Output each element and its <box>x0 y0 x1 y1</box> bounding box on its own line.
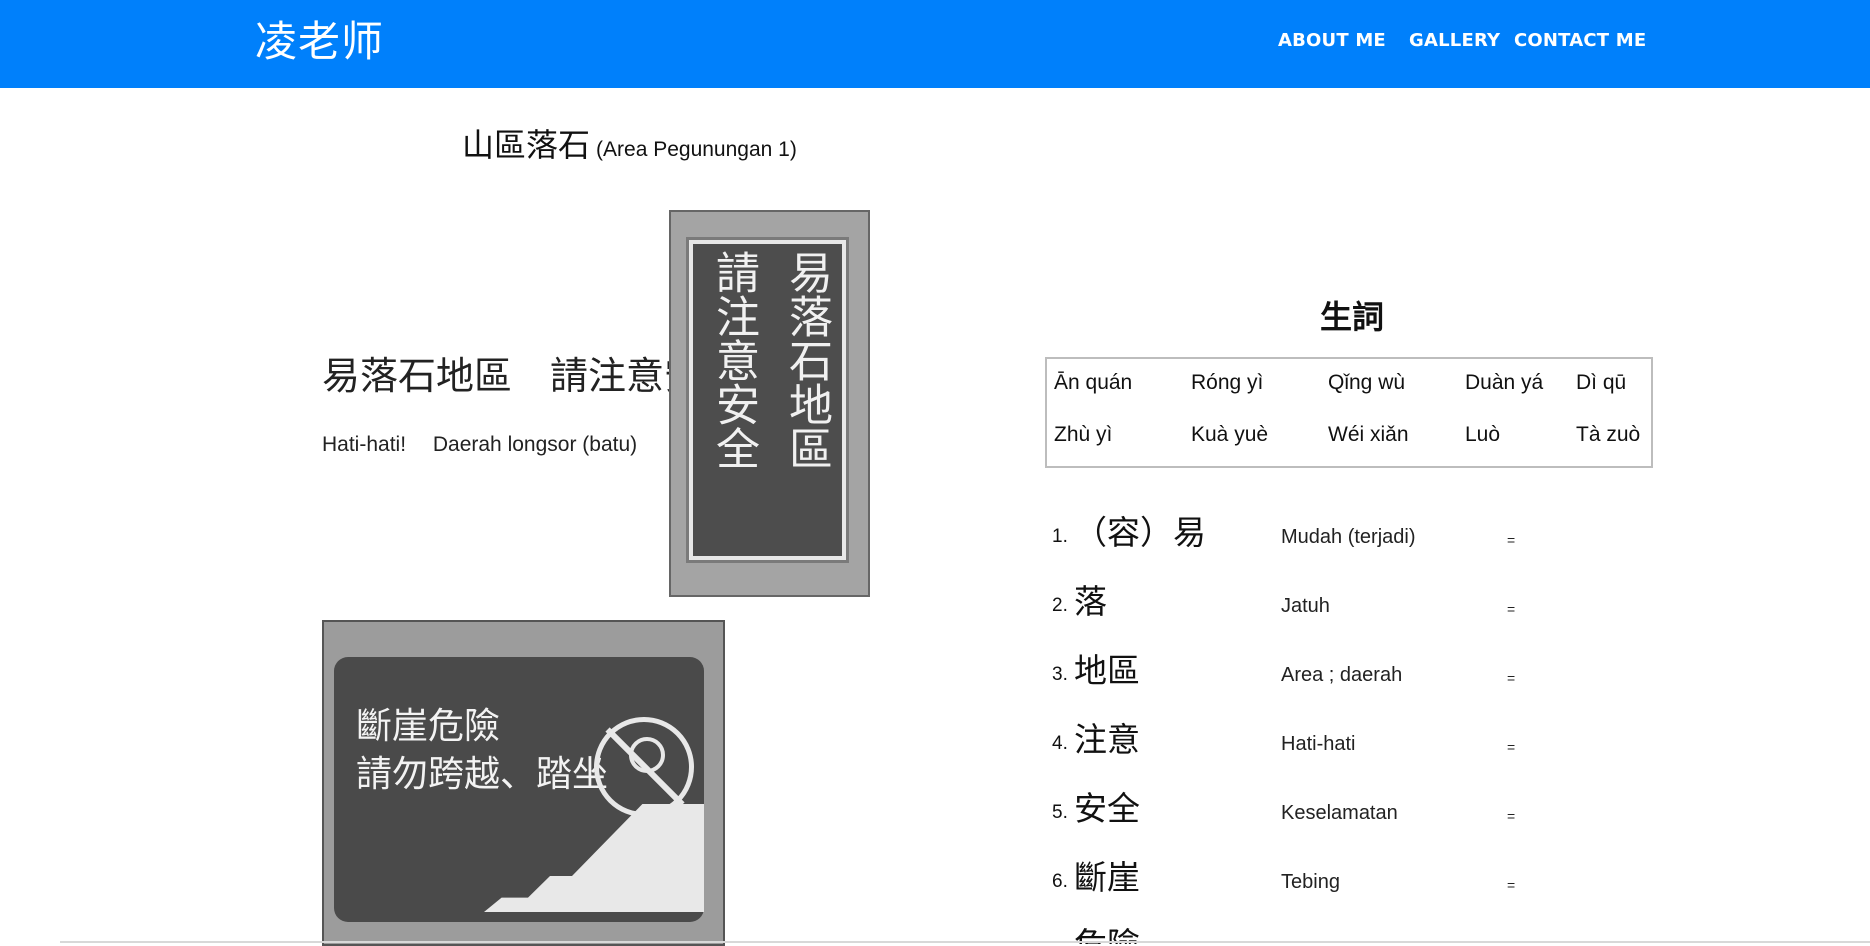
vocab-hanzi: （容）易 <box>1074 513 1206 552</box>
vocab-row: 5. 安全 Keselamatan = <box>1052 780 1592 830</box>
cliff-sign-photo: 斷崖危險 請勿跨越、踏坐 <box>322 620 725 946</box>
vertical-sign-column-left: 請注意安全 <box>708 250 759 470</box>
top-navbar: 凌老师 ABOUT ME GALLERY CONTACT ME <box>0 0 1870 88</box>
vocab-meaning: Mudah (terjadi) <box>1281 526 1416 548</box>
pinyin-item: Róng yì <box>1191 371 1264 394</box>
worksheet-title-main: 山區落石 <box>462 126 591 164</box>
cliff-slope-graphic <box>484 804 704 912</box>
vocab-number: 2. <box>1052 595 1068 616</box>
sign-translation: Hati-hati! Daerah longsor (batu) <box>322 433 638 456</box>
vocab-row: 2. 落 Jatuh = <box>1052 573 1592 623</box>
vocab-hanzi: 落 <box>1074 582 1107 621</box>
pinyin-item: Dì qū <box>1576 371 1627 394</box>
cliff-sign-line-2: 請勿跨越、踏坐 <box>356 754 609 795</box>
pinyin-item: Zhù yì <box>1054 423 1113 446</box>
vocab-meaning: Jatuh <box>1281 595 1330 617</box>
vocab-equals: = <box>1507 739 1516 755</box>
vocab-number: 4. <box>1052 733 1068 754</box>
pinyin-item: Ān quán <box>1054 371 1133 394</box>
pinyin-box: Ān quán Róng yì Qǐng wù Duàn yá Dì qū Zh… <box>1045 357 1653 468</box>
cliff-sign-board: 斷崖危險 請勿跨越、踏坐 <box>334 657 704 922</box>
vocab-row: 3. 地區 Area ; daerah = <box>1052 642 1592 692</box>
vocab-heading: 生詞 <box>1320 298 1385 336</box>
vocab-equals: = <box>1507 601 1516 617</box>
pinyin-item: Luò <box>1465 423 1501 446</box>
pinyin-item: Duàn yá <box>1465 371 1544 394</box>
person-icon <box>629 737 665 773</box>
vertical-sign-panel: 易落石地區 請注意安全 <box>689 240 846 560</box>
nav-gallery[interactable]: GALLERY <box>1409 26 1500 56</box>
pinyin-item: Tà zuò <box>1576 423 1641 446</box>
nav-contact-me[interactable]: CONTACT ME <box>1514 26 1646 56</box>
pinyin-item: Qǐng wù <box>1328 371 1406 394</box>
vocab-meaning: Tebing <box>1281 871 1340 893</box>
vertical-sign-column-right: 易落石地區 <box>781 250 832 470</box>
vocab-hanzi: 斷崖 <box>1074 858 1140 897</box>
vocab-number: 3. <box>1052 664 1068 685</box>
vocab-row: 1. （容）易 Mudah (terjadi) = <box>1052 504 1592 554</box>
vocab-equals: = <box>1507 877 1516 893</box>
vocab-meaning: Keselamatan <box>1281 802 1398 824</box>
vocab-equals: = <box>1507 532 1516 548</box>
pinyin-item: Wéi xiǎn <box>1328 423 1409 446</box>
vertical-sign-photo: 易落石地區 請注意安全 <box>669 210 870 597</box>
worksheet-title-sub: (Area Pegunungan 1) <box>596 138 797 161</box>
site-brand[interactable]: 凌老师 <box>255 12 384 72</box>
nav-about-me[interactable]: ABOUT ME <box>1278 26 1386 56</box>
vocab-row: 4. 注意 Hati-hati = <box>1052 711 1592 761</box>
vocab-equals: = <box>1507 670 1516 686</box>
vocab-meaning: Area ; daerah <box>1281 664 1403 686</box>
vocab-hanzi: 安全 <box>1074 789 1140 828</box>
vocab-hanzi: 注意 <box>1074 720 1140 759</box>
vocab-meaning: Hati-hati <box>1281 733 1356 755</box>
vocab-number: 5. <box>1052 802 1068 823</box>
vocab-row: 6. 斷崖 Tebing = <box>1052 849 1592 899</box>
vocab-number: 1. <box>1052 526 1068 547</box>
worksheet-image: 山區落石 (Area Pegunungan 1) 易落石地區 請注意安全 Hati… <box>0 88 1870 946</box>
cliff-sign-line-1: 斷崖危險 <box>356 706 501 747</box>
pinyin-item: Kuà yuè <box>1191 423 1269 446</box>
worksheet-title: 山區落石 (Area Pegunungan 1) <box>462 120 797 166</box>
vocab-number: 6. <box>1052 871 1068 892</box>
vocab-hanzi: 地區 <box>1074 651 1140 690</box>
vocab-equals: = <box>1507 808 1516 824</box>
viewport-divider <box>60 941 1870 943</box>
